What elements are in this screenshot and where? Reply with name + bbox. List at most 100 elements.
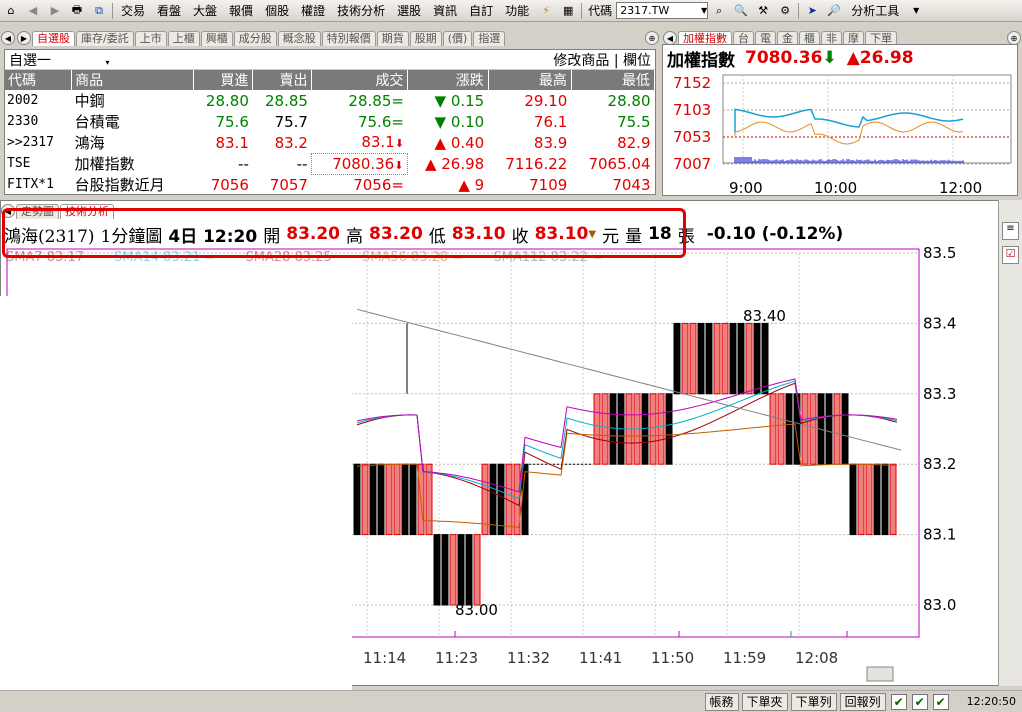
candle	[434, 535, 440, 605]
menu-stock[interactable]: 個股	[259, 2, 295, 19]
column-header[interactable]: 最高	[488, 70, 571, 90]
index-x-label: 12:00	[939, 179, 982, 195]
menu-function[interactable]: 功能	[499, 2, 535, 19]
cell-bid: 7056	[194, 174, 253, 195]
triangle-up-icon: ▲	[425, 155, 437, 173]
tab-special[interactable]: 特別報價	[322, 31, 376, 46]
table-row[interactable]: >>2317 鴻海 83.1 83.2 83.1⬇ ▲ 0.40 83.9 82.9	[5, 132, 655, 153]
menu-screen[interactable]: 選股	[391, 2, 427, 19]
column-header[interactable]: 代碼	[5, 70, 72, 90]
check-icon[interactable]: ✔	[912, 694, 928, 710]
chevron-down-icon[interactable]: ▼	[701, 6, 707, 15]
next-tab-icon[interactable]: ▶	[17, 31, 31, 45]
print-icon[interactable]: 🖶	[68, 3, 86, 19]
column-header[interactable]: 成交	[312, 70, 408, 90]
chart-x-label: 11:14	[363, 649, 406, 667]
cell-high: 29.10	[488, 90, 571, 111]
analysis-tools-menu[interactable]: 分析工具	[845, 2, 905, 19]
zoom-icon[interactable]: ⊕	[645, 31, 659, 45]
account-button[interactable]: 帳務	[705, 693, 739, 711]
order-folder-button[interactable]: 下單夾	[742, 693, 788, 711]
lightning-icon[interactable]: ⚡	[537, 3, 555, 19]
zoom-icon[interactable]: ⊕	[1007, 31, 1021, 45]
report-bar-button[interactable]: 回報列	[840, 693, 886, 711]
forward-icon[interactable]: ▶	[46, 3, 64, 19]
tab-watchlist[interactable]: 自選股	[32, 31, 75, 46]
cell-high: 7116.22	[488, 153, 571, 174]
table-row[interactable]: 2330 台積電 75.6 75.7 75.6= ▼ 0.10 76.1 75.5	[5, 111, 655, 132]
code-label: 代碼	[584, 2, 616, 19]
cell-name: 加權指數	[72, 153, 194, 174]
tab-otc[interactable]: 上櫃	[168, 31, 200, 46]
cell-bid: 75.6	[194, 111, 253, 132]
menu-warrant[interactable]: 權證	[295, 2, 331, 19]
search-icon[interactable]: 🔍	[732, 3, 750, 19]
candle	[850, 464, 856, 534]
index-panel: 加權指數 7080.36 ⬇ ▲ 26.98 7152 7103 7053 7007 9…	[662, 44, 1018, 196]
tab-stock-futures[interactable]: 股期	[410, 31, 442, 46]
candle	[786, 394, 792, 464]
tab-components[interactable]: 成分股	[234, 31, 277, 46]
tab-futures[interactable]: 期貨	[377, 31, 409, 46]
candle	[730, 323, 736, 393]
column-header[interactable]: 最低	[571, 70, 654, 90]
menu-watch[interactable]: 看盤	[151, 2, 187, 19]
candle	[610, 394, 616, 464]
prev-tab-icon[interactable]: ◀	[1, 31, 15, 45]
tab-price[interactable]: (價)	[443, 31, 473, 46]
candle	[490, 464, 496, 534]
modify-items-button[interactable]: 修改商品	[553, 53, 609, 69]
cell-change: ▲ 0.40	[408, 132, 488, 153]
column-header[interactable]: 漲跌	[408, 70, 488, 90]
calendar-icon[interactable]: ▦	[559, 3, 577, 19]
candle	[602, 394, 608, 464]
candle	[442, 535, 448, 605]
tab-emerging[interactable]: 興櫃	[201, 31, 233, 46]
cursor-icon[interactable]: ➤	[803, 3, 821, 19]
tools-icon[interactable]: ⚒	[754, 3, 772, 19]
quote-tabs: ◀ ▶ 自選股 庫存/委託 上市 上櫃 興櫃 成分股 概念股 特別報價 期貨 股…	[0, 28, 660, 46]
menu-custom[interactable]: 自訂	[463, 2, 499, 19]
table-row[interactable]: 2002 中鋼 28.80 28.85 28.85= ▼ 0.15 29.10 28.80	[5, 90, 655, 111]
column-header[interactable]: 買進	[194, 70, 253, 90]
tab-concept[interactable]: 概念股	[278, 31, 321, 46]
menu-tech[interactable]: 技術分析	[331, 2, 391, 19]
magnifier-icon[interactable]: 🔎	[825, 3, 843, 19]
column-header[interactable]: 商品	[72, 70, 194, 90]
candle	[762, 323, 768, 393]
binoculars-icon[interactable]: ⌕	[710, 3, 728, 19]
chevron-down-icon[interactable]: ▼	[907, 3, 925, 19]
cell-code: FITX*1	[5, 174, 72, 195]
check-icon[interactable]: ✔	[933, 694, 949, 710]
candle	[754, 323, 760, 393]
menu-trade[interactable]: 交易	[115, 2, 151, 19]
watchlist-select[interactable]: 自選一 ▾	[9, 50, 109, 70]
side-tool-button[interactable]: ≡	[1002, 222, 1019, 240]
table-row[interactable]: TSE 加權指數 -- -- 7080.36⬇ ▲ 26.98 7116.22 7065.04	[5, 153, 655, 174]
check-icon[interactable]: ✔	[891, 694, 907, 710]
candle	[746, 323, 752, 393]
chevron-down-icon[interactable]: ▾	[105, 58, 109, 67]
main-toolbar: ⌂ ◀ ▶ 🖶 ⧉ 交易 看盤 大盤 報價 個股 權證 技術分析 選股 資訊 自…	[0, 0, 1022, 22]
checkbox-icon[interactable]: ☑	[1002, 246, 1019, 264]
order-bar-button[interactable]: 下單列	[791, 693, 837, 711]
code-input[interactable]: 2317.TW ▼	[616, 2, 708, 19]
candle	[594, 394, 600, 464]
cell-ask: 7057	[253, 174, 312, 195]
menu-quote[interactable]: 報價	[223, 2, 259, 19]
table-row[interactable]: FITX*1 台股指數近月 7056 7057 7056= ▲ 9 7109 7043	[5, 174, 655, 195]
low-annotation: 83.00	[455, 601, 498, 619]
tab-listed[interactable]: 上市	[135, 31, 167, 46]
menu-info[interactable]: 資訊	[427, 2, 463, 19]
prev-tab-icon[interactable]: ◀	[663, 31, 677, 45]
menu-market[interactable]: 大盤	[187, 2, 223, 19]
columns-button[interactable]: 欄位	[623, 53, 651, 69]
tab-index-options[interactable]: 指選	[473, 31, 505, 46]
tab-inventory[interactable]: 庫存/委託	[76, 31, 134, 46]
home-icon[interactable]: ⌂	[2, 3, 20, 19]
chart-x-label: 12:08	[795, 649, 838, 667]
back-icon[interactable]: ◀	[24, 3, 42, 19]
popup-icon[interactable]: ⧉	[90, 3, 108, 19]
settings-icon[interactable]: ⚙	[776, 3, 794, 19]
column-header[interactable]: 賣出	[253, 70, 312, 90]
